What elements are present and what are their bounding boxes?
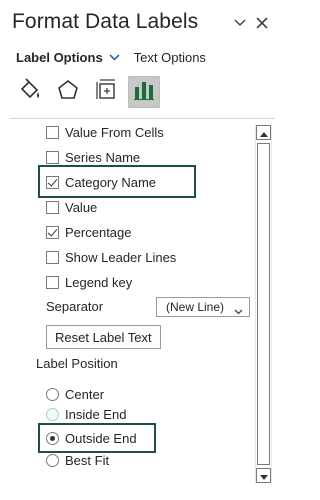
position-best-fit-radio[interactable] [46, 453, 59, 467]
separator-select[interactable]: (New Line) [156, 297, 250, 317]
category-name-checkbox[interactable] [46, 175, 59, 189]
separator-label: Separator [46, 299, 104, 314]
show-leader-lines-checkbox[interactable] [46, 250, 59, 264]
position-center-option[interactable]: Center [46, 384, 104, 404]
category-icon-bar [14, 76, 160, 108]
option-label: Legend key [65, 274, 133, 290]
close-button[interactable] [251, 12, 273, 34]
percentage-option[interactable]: Percentage [46, 222, 132, 242]
legend-key-option[interactable]: Legend key [46, 272, 132, 292]
size-properties-icon [94, 78, 118, 107]
option-label: Show Leader Lines [65, 249, 177, 265]
effects-pentagon-icon [56, 78, 80, 107]
series-name-option[interactable]: Series Name [46, 147, 140, 167]
series-name-checkbox[interactable] [46, 150, 59, 164]
position-inside-end-radio[interactable] [46, 407, 59, 421]
effects-tab[interactable] [52, 76, 84, 108]
position-outside-end-option[interactable]: Outside End [46, 428, 137, 448]
pane-options-button[interactable] [229, 12, 251, 34]
triangle-up-icon [259, 124, 268, 142]
option-label: Outside End [65, 430, 137, 446]
tab-text-options[interactable]: Text Options [134, 50, 206, 65]
fill-line-tab[interactable] [14, 76, 46, 108]
option-label: Inside End [65, 406, 127, 422]
option-label: Center [65, 386, 105, 402]
option-label: Series Name [65, 149, 141, 165]
chevron-down-icon [234, 19, 246, 27]
bar-chart-icon [133, 79, 155, 106]
option-label: Value [65, 199, 98, 215]
triangle-down-icon [259, 467, 268, 485]
fill-line-icon [18, 77, 42, 107]
close-icon [256, 17, 268, 29]
value-from-cells-checkbox[interactable] [46, 125, 59, 139]
position-center-radio[interactable] [46, 387, 59, 401]
label-position-heading: Label Position [36, 356, 118, 371]
scrollbar-thumb[interactable] [257, 143, 270, 465]
scroll-down-button[interactable] [256, 468, 271, 483]
vertical-scrollbar[interactable] [255, 125, 272, 483]
option-label: Best Fit [65, 452, 110, 468]
option-label: Value From Cells [65, 124, 164, 140]
category-name-option[interactable]: Category Name [46, 172, 156, 192]
position-outside-end-radio[interactable] [46, 431, 59, 445]
pane-title: Format Data Labels [12, 10, 199, 33]
legend-key-checkbox[interactable] [46, 275, 59, 289]
position-best-fit-option[interactable]: Best Fit [46, 450, 109, 470]
tab-label-options[interactable]: Label Options [16, 50, 103, 65]
format-data-labels-pane: Format Data Labels Label Options Text Op… [0, 0, 285, 500]
label-options-tab[interactable] [128, 76, 160, 108]
value-checkbox[interactable] [46, 200, 59, 214]
options-tabs: Label Options Text Options [16, 50, 206, 65]
chevron-down-icon[interactable] [109, 54, 120, 61]
show-leader-lines-option[interactable]: Show Leader Lines [46, 247, 176, 267]
size-properties-tab[interactable] [90, 76, 122, 108]
reset-label-text-button[interactable]: Reset Label Text [46, 325, 161, 349]
option-label: Percentage [65, 224, 132, 240]
percentage-checkbox[interactable] [46, 225, 59, 239]
chevron-down-icon [234, 304, 243, 318]
separator-value: (New Line) [166, 300, 225, 314]
value-option[interactable]: Value [46, 197, 97, 217]
value-from-cells-option[interactable]: Value From Cells [46, 122, 164, 142]
label-options-scroll-area: Value From Cells Series Name Category Na… [0, 119, 285, 489]
scroll-up-button[interactable] [256, 125, 271, 140]
option-label: Category Name [65, 174, 157, 190]
position-inside-end-option[interactable]: Inside End [46, 404, 126, 424]
